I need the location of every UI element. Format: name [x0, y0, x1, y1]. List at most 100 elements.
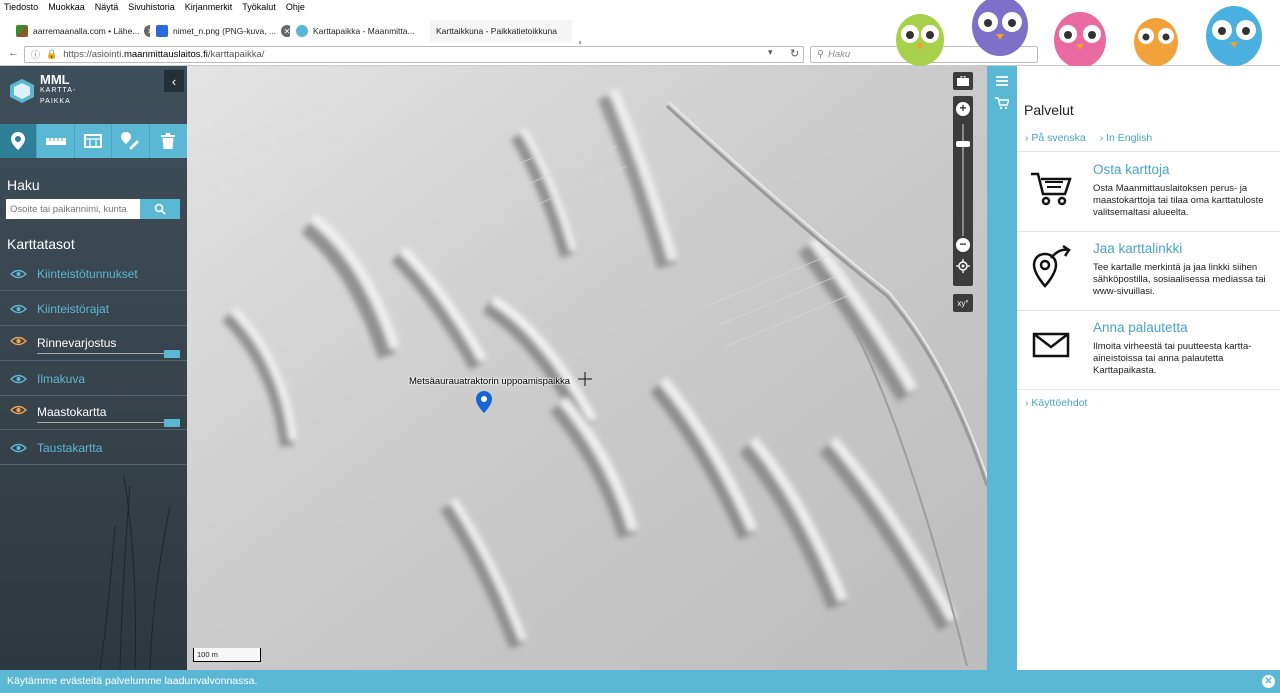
crosshair-icon — [578, 372, 592, 386]
mml-logo-icon — [10, 78, 34, 103]
cart-icon[interactable] — [995, 96, 1009, 110]
browser-menubar: Tiedosto Muokkaa Näytä Sivuhistoria Kirj… — [0, 0, 1280, 14]
tool-print-button[interactable] — [75, 124, 113, 158]
shovel-icon — [16, 25, 28, 37]
eye-open-icon[interactable] — [10, 336, 27, 346]
zoom-in-button[interactable]: + — [956, 102, 970, 116]
slider-track — [37, 353, 164, 354]
browser-tab-nimet[interactable]: nimet_n.png (PNG-kuva, ... ✕ — [150, 20, 290, 42]
zoom-bar: + − — [953, 96, 973, 286]
layer-taustakartta[interactable]: Taustakartta — [0, 431, 187, 465]
toolbox-button[interactable] — [953, 72, 973, 90]
service-feedback[interactable]: Anna palautetta Ilmoita virheestä tai pu… — [1017, 310, 1280, 389]
layer-label: Rinnevarjostus — [37, 336, 117, 350]
link-english[interactable]: › In English — [1100, 132, 1153, 144]
tool-row — [0, 124, 187, 158]
browser-tab-karttaikkuna[interactable]: Karttaikkuna - Paikkatietoikkuna — [430, 20, 572, 42]
menu-nayta[interactable]: Näytä — [95, 2, 119, 12]
terms-label: Käyttöehdot — [1031, 397, 1088, 409]
haku-heading: Haku — [7, 177, 40, 193]
eye-closed-icon[interactable] — [10, 269, 27, 279]
eye-closed-icon[interactable] — [10, 304, 27, 314]
coordinate-tool-button[interactable]: xy° — [953, 294, 973, 312]
slider-handle[interactable] — [164, 419, 180, 427]
reed-background-decoration — [99, 475, 171, 670]
place-search-input[interactable] — [6, 199, 140, 219]
collapse-panel-button[interactable]: ‹ — [164, 70, 184, 92]
layer-label: Taustakartta — [37, 440, 103, 455]
slider-handle[interactable] — [164, 350, 180, 358]
browser-tabbar: aarremaanalla.com • Lähe... ✕ nimet_n.pn… — [0, 14, 1280, 52]
link-swedish[interactable]: › På svenska — [1025, 132, 1086, 144]
zoom-out-button[interactable]: − — [956, 238, 970, 252]
link-english-label: In English — [1106, 132, 1153, 144]
tool-measure-button[interactable] — [37, 124, 75, 158]
map-marker-icon[interactable] — [476, 391, 492, 413]
map-view[interactable]: + − xy° Metsäaurauatraktorin uppoamispai… — [187, 66, 987, 670]
locate-me-icon[interactable] — [956, 259, 970, 273]
eye-closed-icon[interactable] — [10, 443, 27, 453]
layer-label: Maastokartta — [37, 405, 107, 419]
tool-draw-button[interactable] — [112, 124, 150, 158]
service-buy-maps[interactable]: Osta karttoja Osta Maanmittauslaitoksen … — [1017, 151, 1280, 231]
place-search-button[interactable] — [140, 199, 180, 219]
left-panel: MMLKARTTA-PAIKKA ‹ Haku Karttatasot Kiin… — [0, 66, 187, 670]
mml-logo[interactable]: MML KARTTA- PAIKKA — [8, 73, 76, 107]
layer-kiinteistotunnukset[interactable]: Kiinteistötunnukset — [0, 257, 187, 291]
menu-tiedosto[interactable]: Tiedosto — [4, 2, 38, 12]
browser-tab-aarremaanalla[interactable]: aarremaanalla.com • Lähe... ✕ — [10, 20, 150, 42]
url-dropdown-icon[interactable]: ▾ — [768, 47, 773, 58]
service-title[interactable]: Jaa karttalinkki — [1093, 241, 1182, 256]
back-arrow-icon[interactable]: ← — [8, 47, 19, 59]
info-icon: ⓘ — [31, 50, 41, 60]
menu-ohje[interactable]: Ohje — [286, 2, 305, 12]
briefcase-icon — [957, 76, 969, 86]
service-title[interactable]: Anna palautetta — [1093, 320, 1188, 335]
menu-muokkaa[interactable]: Muokkaa — [48, 2, 85, 12]
tool-clear-button[interactable] — [150, 124, 187, 158]
layer-label: Kiinteistötunnukset — [37, 266, 138, 281]
services-title: Palvelut — [1024, 102, 1074, 118]
image-file-icon — [156, 25, 168, 37]
tab-close-icon[interactable]: ✕ — [281, 25, 290, 37]
zoom-slider-handle[interactable] — [956, 141, 970, 147]
browser-search-box[interactable]: ⚲ Haku — [810, 46, 1038, 63]
service-description: Osta Maanmittauslaitoksen perus- ja maas… — [1093, 183, 1264, 218]
tab-label: aarremaanalla.com • Lähe... — [33, 26, 140, 36]
browser-navbar: ← ⓘ 🔒 https://asiointi.maanmittauslaitos… — [0, 44, 1280, 66]
menu-sivuhistoria[interactable]: Sivuhistoria — [128, 2, 175, 12]
right-toolbar — [987, 66, 1017, 670]
tab-label: Karttaikkuna - Paikkatietoikkuna — [436, 26, 557, 36]
url-bar[interactable]: ⓘ 🔒 https://asiointi.maanmittauslaitos.f… — [24, 46, 804, 63]
opacity-slider-rinnevarjostus[interactable] — [37, 350, 180, 358]
map-frame-icon — [83, 134, 102, 148]
tab-label: Karttapaikka - Maanmitta... — [313, 26, 415, 36]
slider-track — [37, 422, 164, 423]
ruler-icon — [45, 138, 66, 145]
terms-link[interactable]: › Käyttöehdot — [1025, 397, 1087, 409]
search-icon — [154, 203, 166, 215]
service-share-link[interactable]: Jaa karttalinkki Tee kartalle merkintä j… — [1017, 231, 1280, 310]
reload-icon[interactable]: ↻ — [790, 47, 799, 60]
url-text: https://asiointi.maanmittauslaitos.fi/ka… — [63, 49, 265, 60]
hamburger-menu-icon[interactable] — [995, 74, 1009, 88]
search-placeholder: Haku — [827, 49, 851, 60]
magnifier-icon: ⚲ — [817, 49, 824, 60]
cookie-close-button[interactable]: ✕ — [1262, 675, 1275, 688]
layer-ilmakuva[interactable]: Ilmakuva — [0, 362, 187, 396]
tool-search-button[interactable] — [0, 124, 38, 158]
marker-label[interactable]: Metsäaurauatraktorin uppoamispaikka — [409, 376, 570, 387]
service-title[interactable]: Osta karttoja — [1093, 162, 1170, 177]
envelope-icon — [1032, 332, 1070, 358]
layer-kiinteistorajat[interactable]: Kiinteistörajat — [0, 292, 187, 326]
link-swedish-label: På svenska — [1031, 132, 1086, 144]
menu-tyokalut[interactable]: Työkalut — [242, 2, 276, 12]
mml-logo-icon — [296, 25, 308, 37]
menu-kirjanmerkit[interactable]: Kirjanmerkit — [185, 2, 233, 12]
browser-tab-karttapaikka[interactable]: Karttapaikka - Maanmitta... — [290, 20, 430, 42]
tab-label: nimet_n.png (PNG-kuva, ... — [173, 26, 276, 36]
opacity-slider-maastokartta[interactable] — [37, 419, 180, 427]
eye-closed-icon[interactable] — [10, 374, 27, 384]
eye-open-icon[interactable] — [10, 405, 27, 415]
cookie-notice: Käytämme evästeitä palvelumme laadunvalv… — [0, 670, 1280, 693]
